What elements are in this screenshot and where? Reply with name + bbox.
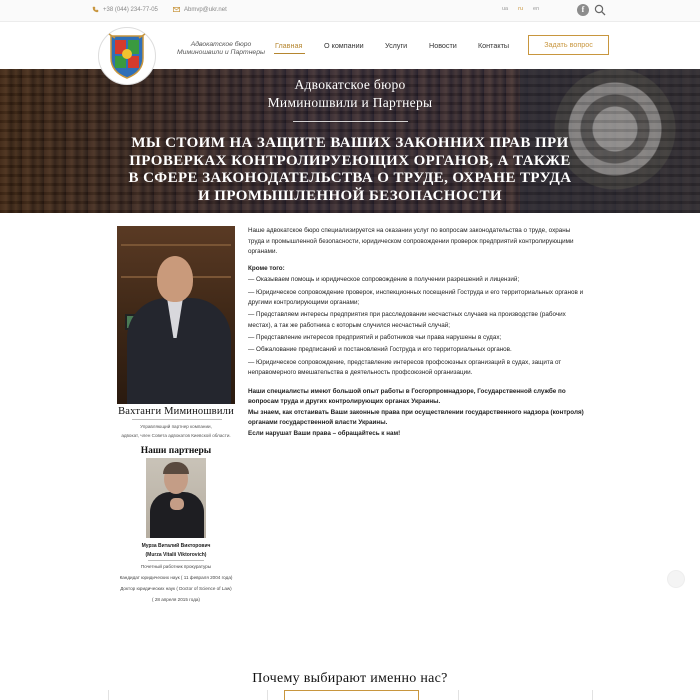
nav-news[interactable]: Новости xyxy=(429,41,457,50)
partner-desc-line: ( 28 апреля 2015 года) xyxy=(152,597,200,602)
service-item: — Представляем интересы предприятия при … xyxy=(248,311,566,329)
services-subheading: Кроме того: xyxy=(248,264,285,272)
closing-paragraph: Наши специалисты имеют большой опыт рабо… xyxy=(248,387,566,406)
hero-title-line2: Миминошвили и Партнеры xyxy=(267,95,433,110)
lang-en[interactable]: en xyxy=(533,6,539,12)
mail-icon xyxy=(173,7,180,12)
partners-heading: Наши партнеры xyxy=(140,446,212,456)
language-switcher: ua ru en xyxy=(502,6,539,12)
main-person-description: Управляющий партнер компании, адвокат, ч… xyxy=(113,422,239,440)
facebook-icon[interactable]: f xyxy=(577,4,589,16)
feature-card xyxy=(108,690,268,700)
service-item: — Представление интересов предприятий и … xyxy=(248,334,502,342)
closing-call-to-action: Если нарушат Ваши права – обращайтесь к … xyxy=(248,430,401,438)
search-icon[interactable] xyxy=(594,4,606,16)
nav-services[interactable]: Услуги xyxy=(385,41,407,50)
scroll-to-top-button[interactable] xyxy=(667,570,685,588)
partner-name-ru: Мурза Виталий Викторович xyxy=(141,543,211,549)
service-item: — Обжалование предписаний и постановлени… xyxy=(248,346,512,354)
lang-ua[interactable]: ua xyxy=(502,6,508,12)
nav-about[interactable]: О компании xyxy=(324,41,364,50)
email-contact[interactable]: Abmvp@ukr.net xyxy=(173,6,227,13)
phone-number: +38 (044) 234-77-05 xyxy=(103,6,158,13)
name-divider xyxy=(132,419,222,420)
phone-icon xyxy=(92,6,99,13)
partner-desc-line: Кандидат юридических наук ( 11 февраля 2… xyxy=(119,575,233,580)
hero-slogan: Мы стоим на защите ваших законних прав п… xyxy=(128,135,572,204)
closing-paragraph: Мы знаем, как отстаивать Ваши законные п… xyxy=(248,408,584,427)
phone-contact[interactable]: +38 (044) 234-77-05 xyxy=(92,6,158,13)
partner-desc-line: Доктор юридических наук ( Doctor of Scie… xyxy=(120,586,232,591)
partner-description: Почетный работник прокуратуры Кандидат ю… xyxy=(106,561,246,605)
main-person-name: Вахтанги Миминошвили xyxy=(118,406,234,417)
main-person-desc-line1: Управляющий партнер компании, xyxy=(140,424,212,429)
main-person-photo xyxy=(117,226,235,404)
feature-card xyxy=(458,690,593,700)
logo[interactable] xyxy=(98,27,156,85)
partner-name: Мурза Виталий Викторович (Murza Vitalii … xyxy=(117,542,235,560)
hero-title: Адвокатское бюро Миминошвили и Партнеры xyxy=(250,76,450,112)
hero-title-line1: Адвокатское бюро xyxy=(294,77,406,92)
hero-divider xyxy=(293,121,408,122)
feature-card xyxy=(284,690,419,700)
lang-ru[interactable]: ru xyxy=(518,6,523,12)
intro-paragraph: Наше адвокатское бюро специализируется н… xyxy=(248,227,574,256)
nav-contacts[interactable]: Контакты xyxy=(478,41,509,50)
why-us-heading: Почему выбирают именно нас? xyxy=(252,671,448,686)
brand-name: Адвокатское бюро Миминошвили и Партнеры xyxy=(177,41,265,56)
email-address: Abmvp@ukr.net xyxy=(184,6,227,13)
about-content: Наше адвокатское бюро специализируется н… xyxy=(248,226,584,440)
top-bar: +38 (044) 234-77-05 Abmvp@ukr.net ua ru … xyxy=(0,0,700,22)
partner-photo xyxy=(146,458,206,538)
partner-desc-line: Почетный работник прокуратуры xyxy=(140,564,212,569)
service-item: — Юридическое сопровождение проверок, ин… xyxy=(248,288,584,307)
coat-of-arms-icon xyxy=(108,33,146,79)
service-item: — Оказываем помощь и юридическое сопрово… xyxy=(248,276,520,284)
partner-name-en: (Murza Vitalii Viktorovich) xyxy=(145,552,207,558)
nav-active-indicator xyxy=(274,53,305,54)
ask-question-button[interactable]: Задать вопрос xyxy=(528,35,609,55)
nav-home[interactable]: Главная xyxy=(275,41,302,50)
main-person-desc-line2: адвокат, член Совета адвокатов Киевской … xyxy=(121,433,231,438)
service-item: — Юридическое сопровождение, представлен… xyxy=(248,358,562,377)
